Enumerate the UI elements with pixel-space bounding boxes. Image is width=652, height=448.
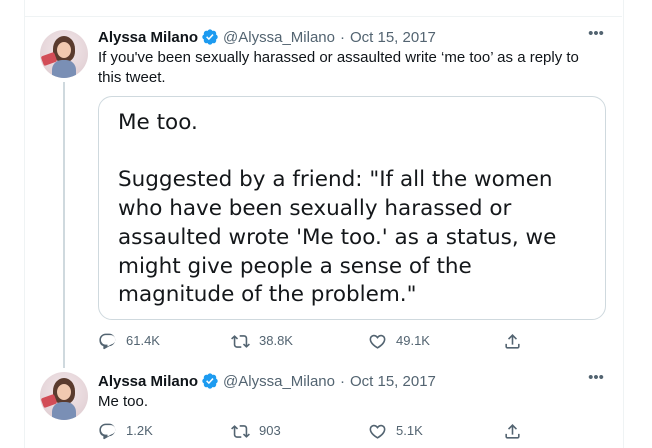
thread-connector-line <box>63 82 65 368</box>
card-line-me-too: Me too. <box>118 110 198 135</box>
author-handle[interactable]: @Alyssa_Milano <box>223 29 335 46</box>
author-name[interactable]: Alyssa Milano <box>98 29 198 46</box>
more-options-icon[interactable]: ••• <box>586 370 606 392</box>
tweet-date[interactable]: Oct 15, 2017 <box>350 373 436 390</box>
like-count: 49.1K <box>396 333 430 348</box>
like-icon <box>369 424 386 439</box>
avatar-body <box>52 60 76 78</box>
like-count: 5.1K <box>396 423 423 438</box>
separator-dot: · <box>339 372 345 390</box>
retweet-button[interactable]: 38.8K <box>231 331 293 351</box>
reply-count: 61.4K <box>126 333 160 348</box>
author-handle[interactable]: @Alyssa_Milano <box>223 373 335 390</box>
share-icon <box>505 423 520 439</box>
tweet-actions: 1.2K 903 5.1K <box>98 421 528 441</box>
like-button[interactable]: 49.1K <box>368 331 430 351</box>
like-button[interactable]: 5.1K <box>368 421 423 441</box>
avatar-face <box>57 42 71 58</box>
tweet-text: If you've been sexually harassed or assa… <box>98 49 579 86</box>
reply-button[interactable]: 1.2K <box>98 421 153 441</box>
avatar-face <box>57 384 71 400</box>
tweet-date[interactable]: Oct 15, 2017 <box>350 29 436 46</box>
tweet-actions: 61.4K 38.8K 49.1K <box>98 331 528 351</box>
share-button[interactable] <box>503 331 531 351</box>
retweet-icon <box>231 424 250 438</box>
reply-icon <box>99 333 116 349</box>
share-button[interactable] <box>503 421 531 441</box>
image-card[interactable]: Me too. Suggested by a friend: "If all t… <box>98 96 606 320</box>
reply-button[interactable]: 61.4K <box>98 331 160 351</box>
card-line-suggested: Suggested by a friend: "If all the women… <box>118 167 557 308</box>
reply-count: 1.2K <box>126 423 153 438</box>
reply-icon <box>99 423 116 439</box>
verified-badge-icon <box>202 373 218 389</box>
share-icon <box>505 333 520 349</box>
retweet-button[interactable]: 903 <box>231 421 281 441</box>
retweet-count: 38.8K <box>259 333 293 348</box>
verified-badge-icon <box>202 29 218 45</box>
retweet-count: 903 <box>259 423 281 438</box>
divider <box>24 16 622 17</box>
tweet-header: Alyssa Milano @Alyssa_Milano · Oct 15, 2… <box>98 27 436 47</box>
tweet-header: Alyssa Milano @Alyssa_Milano · Oct 15, 2… <box>98 371 436 391</box>
avatar[interactable] <box>40 372 88 420</box>
like-icon <box>369 334 386 349</box>
retweet-icon <box>231 334 250 348</box>
avatar-body <box>52 402 76 420</box>
tweet-text: Me too. <box>98 393 149 410</box>
more-options-icon[interactable]: ••• <box>586 26 606 48</box>
image-card-text: Me too. Suggested by a friend: "If all t… <box>118 109 588 310</box>
avatar[interactable] <box>40 30 88 78</box>
separator-dot: · <box>339 28 345 46</box>
author-name[interactable]: Alyssa Milano <box>98 373 198 390</box>
